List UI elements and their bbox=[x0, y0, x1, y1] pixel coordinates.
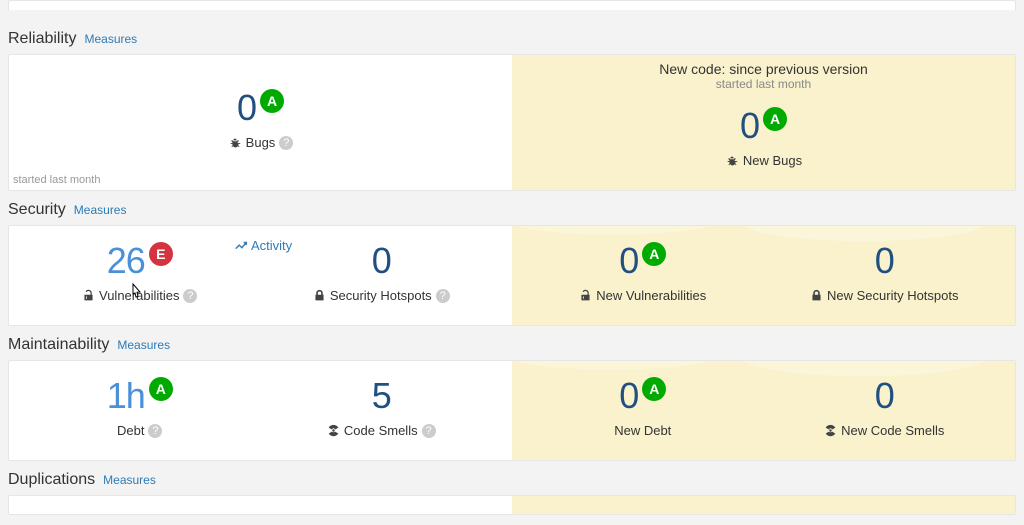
help-icon[interactable]: ? bbox=[148, 424, 162, 438]
section-title: Maintainability bbox=[8, 336, 109, 354]
vulnerabilities-value[interactable]: 26 bbox=[107, 240, 145, 282]
new-code-title: New code: since previous version bbox=[522, 61, 1005, 77]
new-vulnerabilities-label: New Vulnerabilities bbox=[596, 288, 706, 303]
help-icon[interactable]: ? bbox=[183, 289, 197, 303]
new-codesmells-cell: 0 New Code Smells bbox=[764, 375, 1006, 438]
pointer-cursor-icon bbox=[127, 282, 145, 309]
new-code-subtitle: started last month bbox=[522, 77, 1005, 91]
new-debt-value[interactable]: 0 bbox=[619, 375, 638, 417]
security-panel: Activity 26 E Vulnerabilities ? bbox=[8, 225, 1016, 326]
radiation-icon bbox=[824, 424, 837, 437]
duplications-panel bbox=[8, 495, 1016, 515]
new-reliability-rating-badge: A bbox=[763, 107, 787, 131]
new-codesmells-value[interactable]: 0 bbox=[875, 375, 894, 417]
help-icon[interactable]: ? bbox=[422, 424, 436, 438]
lock-open-icon bbox=[82, 289, 95, 302]
measures-link[interactable]: Measures bbox=[117, 338, 170, 352]
maintainability-rating-badge: A bbox=[149, 377, 173, 401]
new-hotspots-value[interactable]: 0 bbox=[875, 240, 894, 282]
section-header-maintainability: Maintainability Measures bbox=[8, 326, 1016, 360]
maintainability-panel: 1h A Debt ? 5 Code Smells ? bbox=[8, 360, 1016, 461]
new-vulnerabilities-value[interactable]: 0 bbox=[619, 240, 638, 282]
debt-cell: 1h A Debt ? bbox=[19, 375, 261, 438]
new-code-banner: New code: since previous version started… bbox=[522, 55, 1005, 99]
hotspots-value[interactable]: 0 bbox=[372, 240, 391, 282]
bugs-cell: 0 A Bugs ? bbox=[19, 69, 502, 168]
measures-link[interactable]: Measures bbox=[74, 203, 127, 217]
previous-panel-bottom bbox=[8, 0, 1016, 10]
new-security-rating-badge: A bbox=[642, 242, 666, 266]
measures-link[interactable]: Measures bbox=[103, 473, 156, 487]
section-header-security: Security Measures bbox=[8, 191, 1016, 225]
section-title: Duplications bbox=[8, 471, 95, 489]
codesmells-label: Code Smells bbox=[344, 423, 418, 438]
bugs-label: Bugs bbox=[246, 135, 276, 150]
new-vulnerabilities-cell: 0 A New Vulnerabilities bbox=[522, 240, 764, 303]
measures-link[interactable]: Measures bbox=[84, 32, 137, 46]
bug-icon bbox=[228, 136, 242, 150]
bugs-value[interactable]: 0 bbox=[237, 87, 256, 129]
debt-label: Debt bbox=[117, 423, 144, 438]
new-codesmells-label: New Code Smells bbox=[841, 423, 944, 438]
lock-icon bbox=[313, 289, 326, 302]
new-hotspots-label: New Security Hotspots bbox=[827, 288, 959, 303]
codesmells-value[interactable]: 5 bbox=[372, 375, 391, 417]
section-header-duplications: Duplications Measures bbox=[8, 461, 1016, 495]
vulnerabilities-cell: 26 E Vulnerabilities ? bbox=[19, 240, 261, 303]
section-title: Security bbox=[8, 201, 66, 219]
started-note: started last month bbox=[13, 174, 100, 186]
lock-icon bbox=[810, 289, 823, 302]
reliability-panel: 0 A Bugs ? started last month New code: … bbox=[8, 54, 1016, 191]
hotspots-cell: 0 Security Hotspots ? bbox=[261, 240, 503, 303]
new-debt-cell: 0 A New Debt bbox=[522, 375, 764, 438]
hotspots-label: Security Hotspots bbox=[330, 288, 432, 303]
new-maintainability-rating-badge: A bbox=[642, 377, 666, 401]
reliability-rating-badge: A bbox=[260, 89, 284, 113]
lock-open-icon bbox=[579, 289, 592, 302]
section-title: Reliability bbox=[8, 30, 76, 48]
help-icon[interactable]: ? bbox=[436, 289, 450, 303]
new-bugs-label: New Bugs bbox=[743, 153, 802, 168]
help-icon[interactable]: ? bbox=[279, 136, 293, 150]
new-hotspots-cell: 0 New Security Hotspots bbox=[764, 240, 1006, 303]
bug-icon bbox=[725, 154, 739, 168]
codesmells-cell: 5 Code Smells ? bbox=[261, 375, 503, 438]
radiation-icon bbox=[327, 424, 340, 437]
new-debt-label: New Debt bbox=[614, 423, 671, 438]
section-header-reliability: Reliability Measures bbox=[8, 20, 1016, 54]
security-rating-badge: E bbox=[149, 242, 173, 266]
debt-value[interactable]: 1h bbox=[107, 375, 145, 417]
new-bugs-value[interactable]: 0 bbox=[740, 105, 759, 147]
new-bugs-cell: 0 A New Bugs bbox=[522, 99, 1005, 168]
